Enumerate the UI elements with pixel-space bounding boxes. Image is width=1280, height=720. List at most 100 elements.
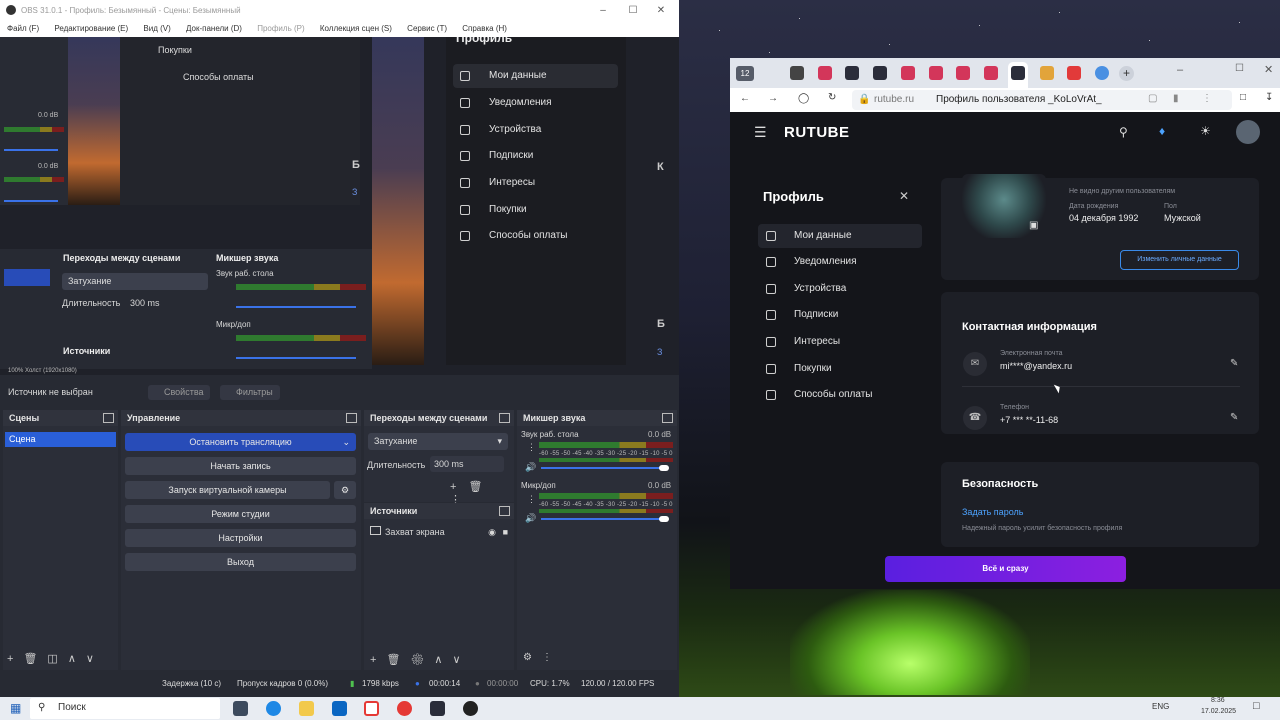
minimize-button[interactable]: – [1177, 64, 1183, 76]
obs-icon[interactable] [463, 701, 478, 716]
menu-scene-collection[interactable]: Коллекция сцен (S) [320, 24, 392, 33]
studio-mode-button[interactable]: Режим студии [125, 505, 356, 523]
new-tab-button[interactable]: + [1119, 66, 1134, 81]
add-icon[interactable]: + [450, 481, 468, 493]
captured-item-interests[interactable]: Интересы [453, 171, 618, 195]
mini-slider-3[interactable] [236, 306, 356, 308]
float-icon[interactable] [103, 413, 114, 423]
edit-phone-icon[interactable]: ✎ [1230, 412, 1238, 423]
bookmark-icon[interactable]: ▮ [1173, 93, 1179, 104]
gear-icon[interactable]: ⚙ [523, 652, 542, 663]
active-tab[interactable] [1008, 62, 1028, 88]
add-icon[interactable]: + [7, 653, 23, 665]
side-item-devices[interactable]: Устройства [758, 277, 922, 301]
url-field[interactable]: 🔒 rutube.ru Профиль пользователя _KoLoVr… [852, 90, 1232, 110]
settings-button[interactable]: Настройки [125, 529, 356, 547]
reload-icon[interactable]: ↻ [828, 92, 836, 103]
trash-icon[interactable]: 🗑 [386, 654, 410, 666]
captured-item-subscriptions[interactable]: Подписки [453, 144, 618, 168]
side-item-interests[interactable]: Интересы [758, 330, 922, 354]
menu-profile[interactable]: Профиль (P) [257, 24, 304, 33]
float-icon[interactable] [499, 506, 510, 516]
side-item-purchases[interactable]: Покупки [758, 357, 922, 381]
captured-item-notifications[interactable]: Уведомления [453, 91, 618, 115]
tab-icon[interactable] [1095, 66, 1109, 80]
mini-scene-select[interactable] [4, 269, 50, 286]
edit-profile-button[interactable]: Изменить личные данные [1120, 250, 1239, 270]
virtual-cam-button[interactable]: Запуск виртуальной камеры [125, 481, 330, 499]
tab-icon[interactable] [790, 66, 804, 80]
theme-icon[interactable]: ☀ [1200, 124, 1211, 138]
more-icon[interactable]: ⋮ [542, 652, 562, 663]
mini-duration-value[interactable]: 300 ms [130, 298, 160, 308]
channel-2-knob[interactable] [659, 516, 669, 522]
side-item-my-data[interactable]: Мои данные [758, 224, 922, 248]
float-icon[interactable] [662, 413, 673, 423]
notifications-icon[interactable]: □ [1253, 700, 1260, 712]
close-button[interactable]: ✕ [647, 0, 675, 21]
filters-button[interactable]: Фильтры [220, 385, 280, 400]
channel-1-slider[interactable] [541, 467, 665, 469]
bell-icon[interactable]: ♦ [1159, 124, 1165, 138]
explorer-icon[interactable] [299, 701, 314, 716]
edge-icon[interactable] [266, 701, 281, 716]
speaker-icon[interactable]: 🔊 [525, 462, 536, 473]
more-icon[interactable]: ⋮ [1202, 93, 1212, 104]
rutube-logo[interactable]: RUTUBE [784, 124, 850, 141]
language-indicator[interactable]: ENG [1152, 702, 1169, 711]
source-item[interactable]: Захват экрана ◉ ■ [370, 525, 510, 539]
download-icon[interactable]: ↧ [1265, 92, 1273, 103]
tab-icon[interactable] [818, 66, 832, 80]
share-icon[interactable]: ▢ [1148, 93, 1157, 104]
tab-icon[interactable] [873, 66, 887, 80]
tab-icon[interactable] [956, 66, 970, 80]
side-item-payment[interactable]: Способы оплаты [758, 383, 922, 407]
menu-help[interactable]: Справка (H) [462, 24, 507, 33]
eye-icon[interactable]: ◉ [488, 525, 496, 539]
maximize-button[interactable]: ☐ [1235, 63, 1244, 74]
collapse-icon[interactable]: ⌃ [596, 37, 604, 44]
add-icon[interactable]: + [370, 654, 386, 666]
back-icon[interactable]: ← [740, 93, 750, 104]
more-icon[interactable]: ⋮ [527, 494, 536, 505]
tab-icon[interactable] [1067, 66, 1081, 80]
app-icon[interactable] [430, 701, 445, 716]
side-item-notifications[interactable]: Уведомления [758, 250, 922, 274]
set-password-link[interactable]: Задать пароль [962, 507, 1023, 517]
tab-icon[interactable] [845, 66, 859, 80]
captured-item-devices[interactable]: Устройства [453, 118, 618, 142]
captured-item-payment[interactable]: Способы оплаты [453, 224, 618, 248]
side-item-subscriptions[interactable]: Подписки [758, 303, 922, 327]
duration-input[interactable]: 300 ms [430, 456, 504, 472]
camera-icon[interactable]: ▣ [1029, 220, 1038, 231]
menu-docks[interactable]: Док-панели (D) [186, 24, 242, 33]
close-button[interactable]: ✕ [1264, 63, 1273, 76]
task-view-icon[interactable] [233, 701, 248, 716]
mini-slider-2[interactable] [4, 200, 58, 202]
mini-slider-1[interactable] [4, 149, 58, 151]
tab-icon[interactable] [984, 66, 998, 80]
hamburger-menu-icon[interactable]: ☰ [754, 124, 767, 141]
float-icon[interactable] [346, 413, 357, 423]
tab-icon[interactable] [929, 66, 943, 80]
filter-icon[interactable]: ◫ [47, 653, 67, 665]
clock-date[interactable]: 17.02.2025 [1201, 708, 1236, 715]
minimize-button[interactable]: – [589, 0, 617, 21]
channel-2-slider[interactable] [541, 518, 665, 520]
lock-icon[interactable]: ■ [503, 525, 508, 539]
gear-icon[interactable]: ⚙ [410, 654, 434, 666]
down-icon[interactable]: ∨ [452, 654, 470, 666]
obs-preview[interactable]: 0.0 dB 0.0 dB Покупки Способы оплаты Пер… [0, 37, 679, 375]
mini-fade-select[interactable]: Затухание [62, 273, 208, 290]
trash-icon[interactable]: 🗑 [23, 653, 47, 665]
maximize-button[interactable]: ☐ [619, 0, 647, 21]
float-icon[interactable] [499, 413, 510, 423]
avatar[interactable] [1236, 120, 1260, 144]
outlook-icon[interactable] [332, 701, 347, 716]
stop-stream-button[interactable]: Остановить трансляцию ⌄ [125, 433, 356, 451]
tab-count-badge[interactable]: 12 [736, 66, 754, 81]
promo-button[interactable]: Всё и сразу [885, 556, 1126, 582]
trash-icon[interactable]: 🗑 [468, 481, 494, 493]
speaker-icon[interactable]: 🔊 [525, 513, 536, 524]
menu-edit[interactable]: Редактирование (E) [54, 24, 128, 33]
